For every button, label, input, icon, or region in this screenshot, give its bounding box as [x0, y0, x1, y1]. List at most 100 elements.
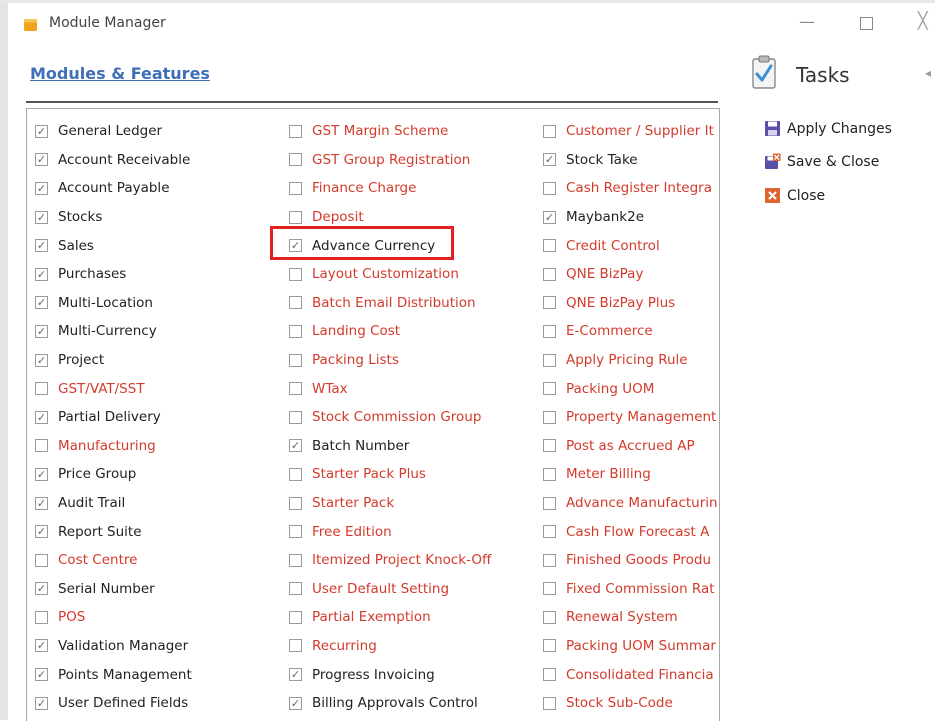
module-checkbox[interactable]: [289, 610, 302, 624]
module-item-account-receivable[interactable]: ✓ Account Receivable: [27, 146, 192, 175]
module-checkbox[interactable]: [543, 324, 556, 338]
module-checkbox[interactable]: ✓: [289, 439, 302, 453]
module-checkbox[interactable]: ✓: [35, 353, 48, 367]
module-item-finished-goods-produ[interactable]: Finished Goods Produ: [535, 546, 719, 575]
module-item-cash-flow-forecast-a[interactable]: Cash Flow Forecast A: [535, 517, 719, 546]
module-item-consolidated-financia[interactable]: Consolidated Financia: [535, 660, 719, 689]
module-checkbox[interactable]: [289, 181, 302, 195]
module-checkbox[interactable]: ✓: [289, 696, 302, 710]
module-item-project[interactable]: ✓ Project: [27, 346, 192, 375]
collapse-arrow-icon[interactable]: ◂: [925, 66, 931, 80]
module-checkbox[interactable]: [35, 610, 48, 624]
module-checkbox[interactable]: [289, 124, 302, 138]
module-checkbox[interactable]: ✓: [35, 582, 48, 596]
module-checkbox[interactable]: ✓: [35, 410, 48, 424]
module-item-e-commerce[interactable]: E-Commerce: [535, 317, 719, 346]
module-item-user-default-setting[interactable]: User Default Setting: [281, 575, 491, 604]
module-checkbox[interactable]: [543, 439, 556, 453]
module-item-starter-pack[interactable]: Starter Pack: [281, 489, 491, 518]
module-item-gst-group-registration[interactable]: GST Group Registration: [281, 146, 491, 175]
minimize-button[interactable]: —: [792, 12, 822, 36]
module-checkbox[interactable]: ✓: [35, 525, 48, 539]
module-item-meter-billing[interactable]: Meter Billing: [535, 460, 719, 489]
module-item-serial-number[interactable]: ✓ Serial Number: [27, 575, 192, 604]
module-checkbox[interactable]: ✓: [35, 296, 48, 310]
module-checkbox[interactable]: ✓: [35, 668, 48, 682]
module-checkbox[interactable]: ✓: [543, 153, 556, 167]
module-checkbox[interactable]: [543, 382, 556, 396]
module-checkbox[interactable]: ✓: [35, 696, 48, 710]
module-item-batch-number[interactable]: ✓ Batch Number: [281, 432, 491, 461]
module-item-partial-delivery[interactable]: ✓ Partial Delivery: [27, 403, 192, 432]
save-close-button[interactable]: Save & Close: [764, 153, 879, 170]
module-item-finance-charge[interactable]: Finance Charge: [281, 174, 491, 203]
module-checkbox[interactable]: ✓: [35, 239, 48, 253]
module-checkbox[interactable]: [289, 496, 302, 510]
module-item-gst-margin-scheme[interactable]: GST Margin Scheme: [281, 117, 491, 146]
module-item-advance-manufacturin[interactable]: Advance Manufacturin: [535, 489, 719, 518]
module-checkbox[interactable]: ✓: [35, 496, 48, 510]
module-checkbox[interactable]: ✓: [35, 267, 48, 281]
module-item-fixed-commission-rat[interactable]: Fixed Commission Rat: [535, 575, 719, 604]
module-item-recurring[interactable]: Recurring: [281, 632, 491, 661]
module-checkbox[interactable]: [543, 668, 556, 682]
module-checkbox[interactable]: [289, 153, 302, 167]
section-title-link[interactable]: Modules & Features: [30, 64, 210, 83]
module-item-audit-trail[interactable]: ✓ Audit Trail: [27, 489, 192, 518]
module-item-packing-uom-summar[interactable]: Packing UOM Summar: [535, 632, 719, 661]
module-item-maybank2e[interactable]: ✓ Maybank2e: [535, 203, 719, 232]
module-item-cost-centre[interactable]: Cost Centre: [27, 546, 192, 575]
module-item-billing-approvals-control[interactable]: ✓ Billing Approvals Control: [281, 689, 491, 718]
module-checkbox[interactable]: ✓: [35, 124, 48, 138]
module-checkbox[interactable]: [289, 582, 302, 596]
module-item-credit-control[interactable]: Credit Control: [535, 231, 719, 260]
module-item-account-payable[interactable]: ✓ Account Payable: [27, 174, 192, 203]
module-checkbox[interactable]: ✓: [35, 153, 48, 167]
module-checkbox[interactable]: [289, 553, 302, 567]
module-checkbox[interactable]: [289, 410, 302, 424]
module-checkbox[interactable]: [289, 267, 302, 281]
module-checkbox[interactable]: [543, 239, 556, 253]
module-item-packing-uom[interactable]: Packing UOM: [535, 374, 719, 403]
module-checkbox[interactable]: [543, 639, 556, 653]
module-checkbox[interactable]: ✓: [35, 639, 48, 653]
module-checkbox[interactable]: [289, 296, 302, 310]
module-checkbox[interactable]: ✓: [35, 324, 48, 338]
module-checkbox[interactable]: ✓: [543, 210, 556, 224]
module-checkbox[interactable]: [289, 639, 302, 653]
module-item-partial-exemption[interactable]: Partial Exemption: [281, 603, 491, 632]
module-checkbox[interactable]: [543, 496, 556, 510]
module-checkbox[interactable]: [543, 553, 556, 567]
close-window-button[interactable]: ╳: [918, 11, 935, 35]
module-item-landing-cost[interactable]: Landing Cost: [281, 317, 491, 346]
module-item-free-edition[interactable]: Free Edition: [281, 517, 491, 546]
module-item-price-group[interactable]: ✓ Price Group: [27, 460, 192, 489]
module-checkbox[interactable]: [543, 410, 556, 424]
module-checkbox[interactable]: [35, 382, 48, 396]
module-item-cash-register-integra[interactable]: Cash Register Integra: [535, 174, 719, 203]
module-item-gst-vat-sst[interactable]: GST/VAT/SST: [27, 374, 192, 403]
module-checkbox[interactable]: [543, 267, 556, 281]
module-item-multi-currency[interactable]: ✓ Multi-Currency: [27, 317, 192, 346]
module-checkbox[interactable]: [289, 353, 302, 367]
module-item-customer-supplier-it[interactable]: Customer / Supplier It: [535, 117, 719, 146]
module-checkbox[interactable]: [543, 582, 556, 596]
module-checkbox[interactable]: [543, 696, 556, 710]
module-checkbox[interactable]: [289, 467, 302, 481]
module-item-report-suite[interactable]: ✓ Report Suite: [27, 517, 192, 546]
module-item-stocks[interactable]: ✓ Stocks: [27, 203, 192, 232]
close-button[interactable]: Close: [764, 187, 825, 204]
module-checkbox[interactable]: [543, 525, 556, 539]
module-checkbox[interactable]: [543, 296, 556, 310]
module-item-apply-pricing-rule[interactable]: Apply Pricing Rule: [535, 346, 719, 375]
module-checkbox[interactable]: [289, 210, 302, 224]
module-checkbox[interactable]: [543, 124, 556, 138]
module-checkbox[interactable]: [289, 382, 302, 396]
module-item-sales[interactable]: ✓ Sales: [27, 231, 192, 260]
maximize-button[interactable]: [852, 12, 882, 36]
module-item-post-as-accrued-ap[interactable]: Post as Accrued AP: [535, 432, 719, 461]
module-item-itemized-project-knock-off[interactable]: Itemized Project Knock-Off: [281, 546, 491, 575]
module-checkbox[interactable]: [35, 439, 48, 453]
module-item-validation-manager[interactable]: ✓ Validation Manager: [27, 632, 192, 661]
module-checkbox[interactable]: [543, 181, 556, 195]
